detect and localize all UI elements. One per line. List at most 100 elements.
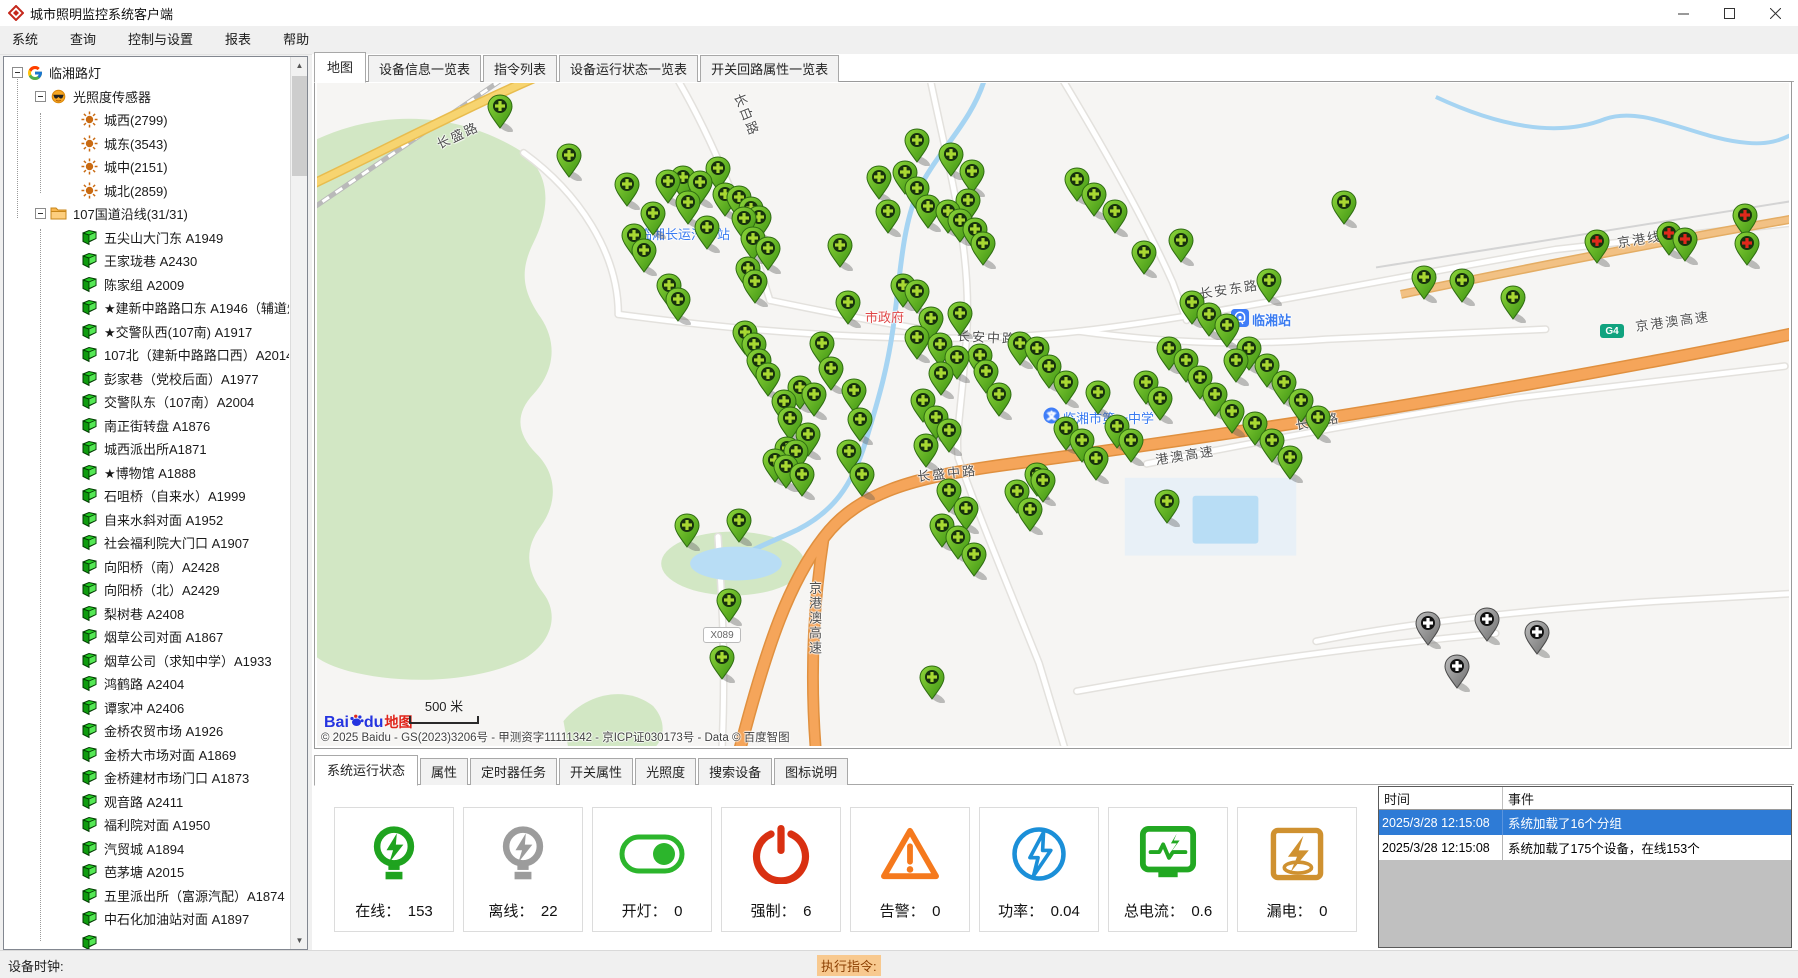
device-marker-green[interactable] bbox=[874, 199, 902, 237]
bottom-tab-3[interactable]: 开关属性 bbox=[559, 758, 633, 785]
tree-item-1-7[interactable]: 交警队东（107南）A2004 bbox=[77, 390, 289, 414]
device-marker-green[interactable] bbox=[1082, 446, 1110, 484]
device-marker-green[interactable] bbox=[715, 588, 743, 626]
tree-item-0-1[interactable]: 城东(3543) bbox=[77, 132, 289, 156]
sidebar-scrollbar[interactable]: ▲ ▼ bbox=[290, 57, 307, 949]
tree-group-0[interactable]: 光照度传感器 bbox=[35, 85, 289, 109]
bottom-tab-0[interactable]: 系统运行状态 bbox=[314, 755, 418, 786]
tree-item-1-9[interactable]: 城西派出所A1871 bbox=[77, 437, 289, 461]
device-marker-green[interactable] bbox=[800, 382, 828, 420]
scrollbar-thumb[interactable] bbox=[292, 76, 307, 176]
bottom-tab-6[interactable]: 图标说明 bbox=[774, 758, 848, 785]
tree-item-1-15[interactable]: 向阳桥（北）A2429 bbox=[77, 578, 289, 602]
tree-item-0-3[interactable]: 城北(2859) bbox=[77, 179, 289, 203]
map-tab-0[interactable]: 地图 bbox=[314, 52, 366, 83]
device-marker-green[interactable] bbox=[848, 462, 876, 500]
device-marker-green[interactable] bbox=[865, 165, 893, 203]
menu-item-0[interactable]: 系统 bbox=[0, 28, 50, 52]
device-marker-green[interactable] bbox=[1084, 380, 1112, 418]
device-marker-green[interactable] bbox=[826, 233, 854, 271]
tree-item-1-17[interactable]: 烟草公司对面 A1867 bbox=[77, 625, 289, 649]
menu-item-3[interactable]: 报表 bbox=[213, 28, 263, 52]
tree-item-1-2[interactable]: 陈家组 A2009 bbox=[77, 273, 289, 297]
device-marker-green[interactable] bbox=[486, 94, 514, 132]
device-marker-green[interactable] bbox=[693, 215, 721, 253]
device-marker-green[interactable] bbox=[1330, 190, 1358, 228]
tree-item-1-26[interactable]: 汽贸城 A1894 bbox=[77, 837, 289, 861]
bottom-tab-5[interactable]: 搜索设备 bbox=[698, 758, 772, 785]
tree-item-1-22[interactable]: 金桥大市场对面 A1869 bbox=[77, 743, 289, 767]
device-marker-gray[interactable] bbox=[1414, 611, 1442, 649]
column-time[interactable]: 时间 bbox=[1379, 787, 1503, 809]
tree-item-1-1[interactable]: 王家珑巷 A2430 bbox=[77, 249, 289, 273]
tree-item-1-18[interactable]: 烟草公司（求知中学）A1933 bbox=[77, 649, 289, 673]
device-marker-green[interactable] bbox=[1146, 386, 1174, 424]
bottom-tab-4[interactable]: 光照度 bbox=[635, 758, 696, 785]
bottom-tab-2[interactable]: 定时器任务 bbox=[470, 758, 557, 785]
device-marker-green[interactable] bbox=[1410, 265, 1438, 303]
device-marker-green[interactable] bbox=[1167, 228, 1195, 266]
device-marker-green[interactable] bbox=[788, 462, 816, 500]
tree-item-1-8[interactable]: 南正街转盘 A1876 bbox=[77, 414, 289, 438]
device-marker-green[interactable] bbox=[1276, 445, 1304, 483]
device-marker-red[interactable] bbox=[1583, 229, 1611, 267]
tree-root[interactable]: 临湘路灯 bbox=[12, 61, 289, 85]
tree-item-1-21[interactable]: 金桥农贸市场 A1926 bbox=[77, 719, 289, 743]
menu-item-1[interactable]: 查询 bbox=[58, 28, 108, 52]
tree-expand-icon[interactable] bbox=[35, 208, 46, 219]
tree-item-1-13[interactable]: 社会福利院大门口 A1907 bbox=[77, 531, 289, 555]
device-marker-green[interactable] bbox=[1448, 268, 1476, 306]
tree-item-1-29[interactable]: 中石化加油站对面 A1897 bbox=[77, 907, 289, 931]
tree-item-1-14[interactable]: 向阳桥（南）A2428 bbox=[77, 555, 289, 579]
tree-item-1-27[interactable]: 芭茅塘 A2015 bbox=[77, 860, 289, 884]
maximize-button[interactable] bbox=[1706, 0, 1752, 26]
device-marker-green[interactable] bbox=[555, 143, 583, 181]
device-marker-green[interactable] bbox=[1255, 268, 1283, 306]
tree-item-1-5[interactable]: 107北（建新中路路口西）A2014 bbox=[77, 343, 289, 367]
device-marker-green[interactable] bbox=[1499, 285, 1527, 323]
tree-item-1-30[interactable] bbox=[77, 931, 289, 950]
device-marker-green[interactable] bbox=[1222, 348, 1250, 386]
device-marker-green[interactable] bbox=[741, 269, 769, 307]
device-marker-green[interactable] bbox=[673, 513, 701, 551]
tree-item-1-12[interactable]: 自来水斜对面 A1952 bbox=[77, 508, 289, 532]
map-tab-1[interactable]: 设备信息一览表 bbox=[368, 55, 481, 82]
tree-expand-icon[interactable] bbox=[35, 91, 46, 102]
scrollbar-up-icon[interactable]: ▲ bbox=[291, 57, 308, 74]
device-marker-green[interactable] bbox=[960, 542, 988, 580]
device-marker-green[interactable] bbox=[969, 231, 997, 269]
bottom-tab-1[interactable]: 属性 bbox=[420, 758, 468, 785]
device-marker-green[interactable] bbox=[1101, 199, 1129, 237]
device-marker-red[interactable] bbox=[1671, 227, 1699, 265]
map-tab-3[interactable]: 设备运行状态一览表 bbox=[559, 55, 698, 82]
event-row-0[interactable]: 2025/3/28 12:15:08系统加载了16个分组 bbox=[1379, 810, 1791, 835]
minimize-button[interactable] bbox=[1660, 0, 1706, 26]
device-marker-green[interactable] bbox=[912, 433, 940, 471]
tree-item-1-23[interactable]: 金桥建材市场门口 A1873 bbox=[77, 766, 289, 790]
device-marker-green[interactable] bbox=[1153, 489, 1181, 527]
device-marker-green[interactable] bbox=[664, 287, 692, 325]
device-marker-green[interactable] bbox=[613, 172, 641, 210]
tree-item-1-3[interactable]: ★建新中路路口东 A1946（辅道灯） bbox=[77, 296, 289, 320]
map-tab-2[interactable]: 指令列表 bbox=[483, 55, 557, 82]
tree-item-1-20[interactable]: 谭家冲 A2406 bbox=[77, 696, 289, 720]
tree-item-1-6[interactable]: 彭家巷（党校后面）A1977 bbox=[77, 367, 289, 391]
device-marker-green[interactable] bbox=[1052, 370, 1080, 408]
column-event[interactable]: 事件 bbox=[1503, 789, 1791, 808]
tree-item-1-28[interactable]: 五里派出所（富源汽配）A1874 bbox=[77, 884, 289, 908]
device-marker-green[interactable] bbox=[725, 508, 753, 546]
menu-item-4[interactable]: 帮助 bbox=[271, 28, 321, 52]
tree-item-1-11[interactable]: 石咀桥（自来水）A1999 bbox=[77, 484, 289, 508]
menu-item-2[interactable]: 控制与设置 bbox=[116, 28, 205, 52]
device-marker-green[interactable] bbox=[1016, 497, 1044, 535]
tree-item-1-19[interactable]: 鸿鹤路 A2404 bbox=[77, 672, 289, 696]
tree-item-1-25[interactable]: 福利院对面 A1950 bbox=[77, 813, 289, 837]
map-tab-4[interactable]: 开关回路属性一览表 bbox=[700, 55, 839, 82]
device-marker-gray[interactable] bbox=[1473, 607, 1501, 645]
close-button[interactable] bbox=[1752, 0, 1798, 26]
tree-item-1-0[interactable]: 五尖山大门东 A1949 bbox=[77, 226, 289, 250]
tree-item-1-4[interactable]: ★交警队西(107南) A1917 bbox=[77, 320, 289, 344]
device-marker-green[interactable] bbox=[630, 238, 658, 276]
device-marker-green[interactable] bbox=[985, 382, 1013, 420]
device-marker-green[interactable] bbox=[1130, 240, 1158, 278]
